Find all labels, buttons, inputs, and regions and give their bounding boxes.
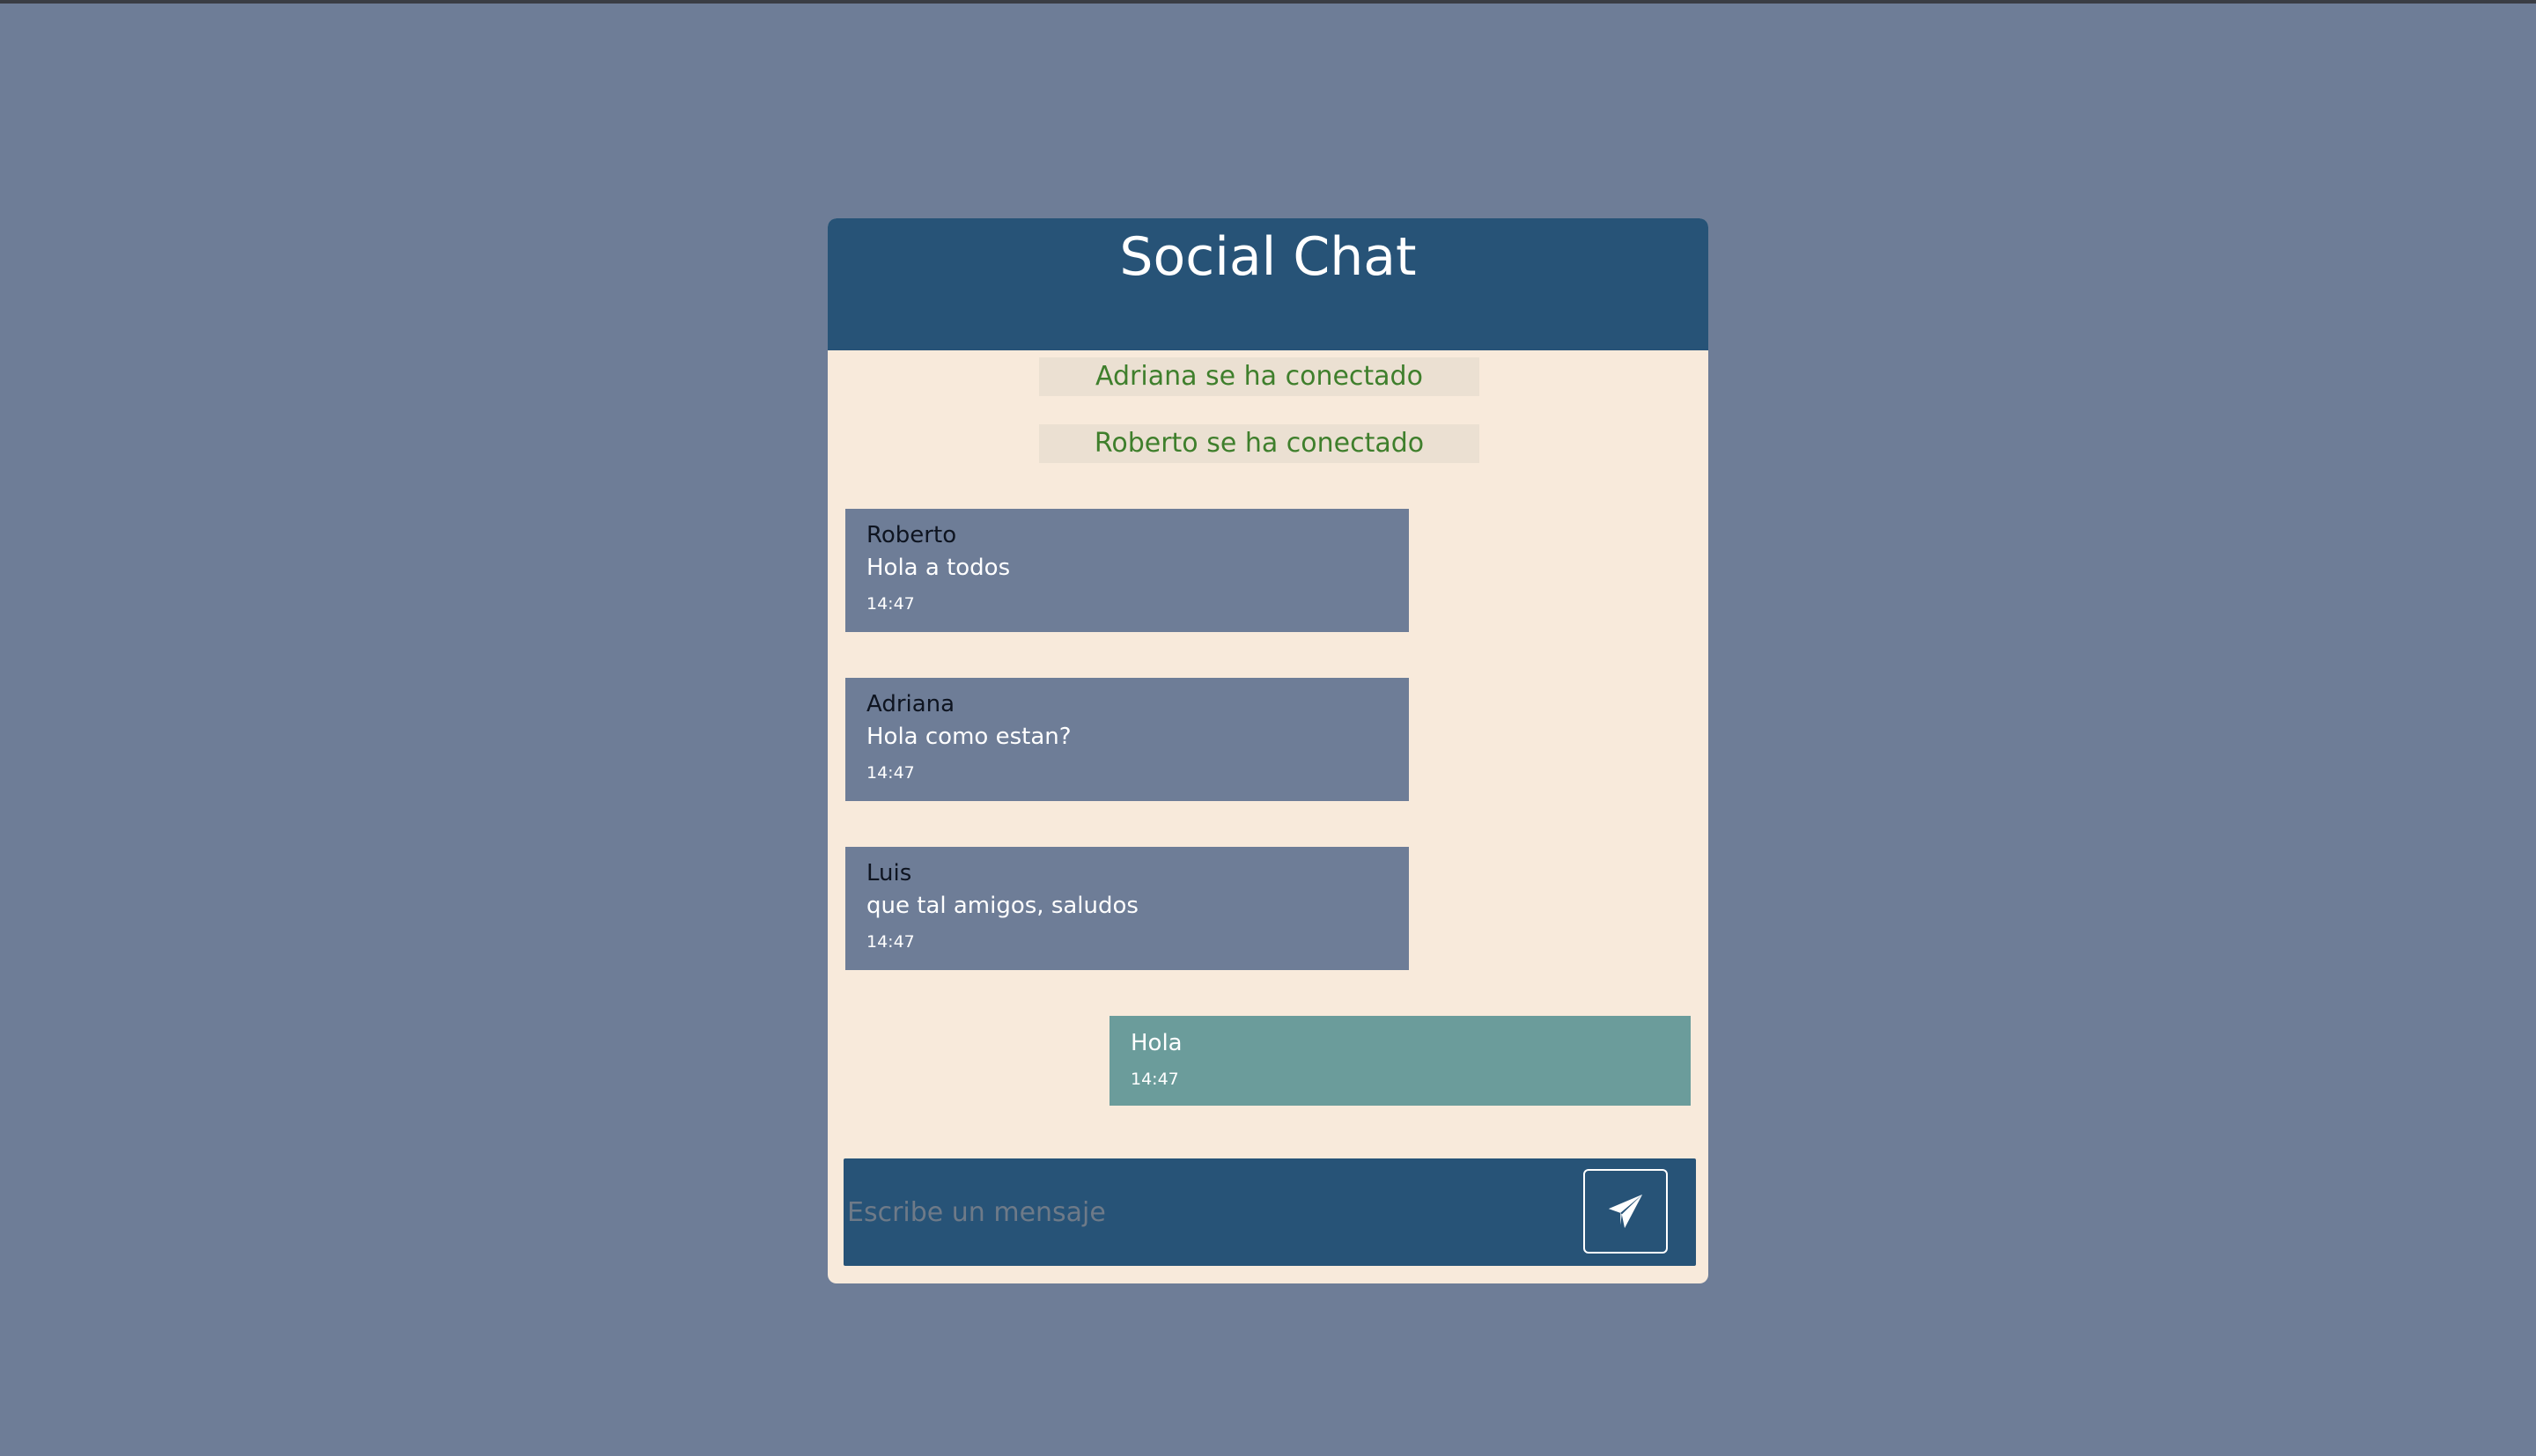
message-bubble-incoming: Adriana Hola como estan? 14:47: [845, 678, 1409, 801]
chat-header: Social Chat: [828, 218, 1708, 350]
message-text: que tal amigos, saludos: [866, 893, 1139, 919]
chat-title: Social Chat: [1119, 226, 1417, 288]
message-author: Roberto: [866, 522, 957, 548]
message-author: Luis: [866, 860, 912, 886]
chat-window: Social Chat Adriana se ha conectado Robe…: [828, 218, 1708, 1283]
paper-plane-icon: [1608, 1194, 1643, 1229]
message-input[interactable]: [847, 1158, 1569, 1266]
window-top-border: [0, 0, 2536, 4]
message-composer: [844, 1158, 1696, 1266]
message-time: 14:47: [866, 932, 915, 952]
message-time: 14:47: [866, 594, 915, 614]
message-time: 14:47: [866, 763, 915, 783]
system-message-connected: Roberto se ha conectado: [1039, 424, 1479, 463]
message-text: Hola a todos: [866, 555, 1011, 581]
send-button[interactable]: [1583, 1169, 1668, 1254]
message-text: Hola: [1131, 1030, 1183, 1056]
message-author: Adriana: [866, 691, 955, 717]
system-message-connected: Adriana se ha conectado: [1039, 357, 1479, 396]
message-bubble-outgoing: Hola 14:47: [1110, 1016, 1691, 1106]
message-text: Hola como estan?: [866, 724, 1072, 750]
message-bubble-incoming: Roberto Hola a todos 14:47: [845, 509, 1409, 632]
message-bubble-incoming: Luis que tal amigos, saludos 14:47: [845, 847, 1409, 970]
message-time: 14:47: [1131, 1070, 1179, 1089]
